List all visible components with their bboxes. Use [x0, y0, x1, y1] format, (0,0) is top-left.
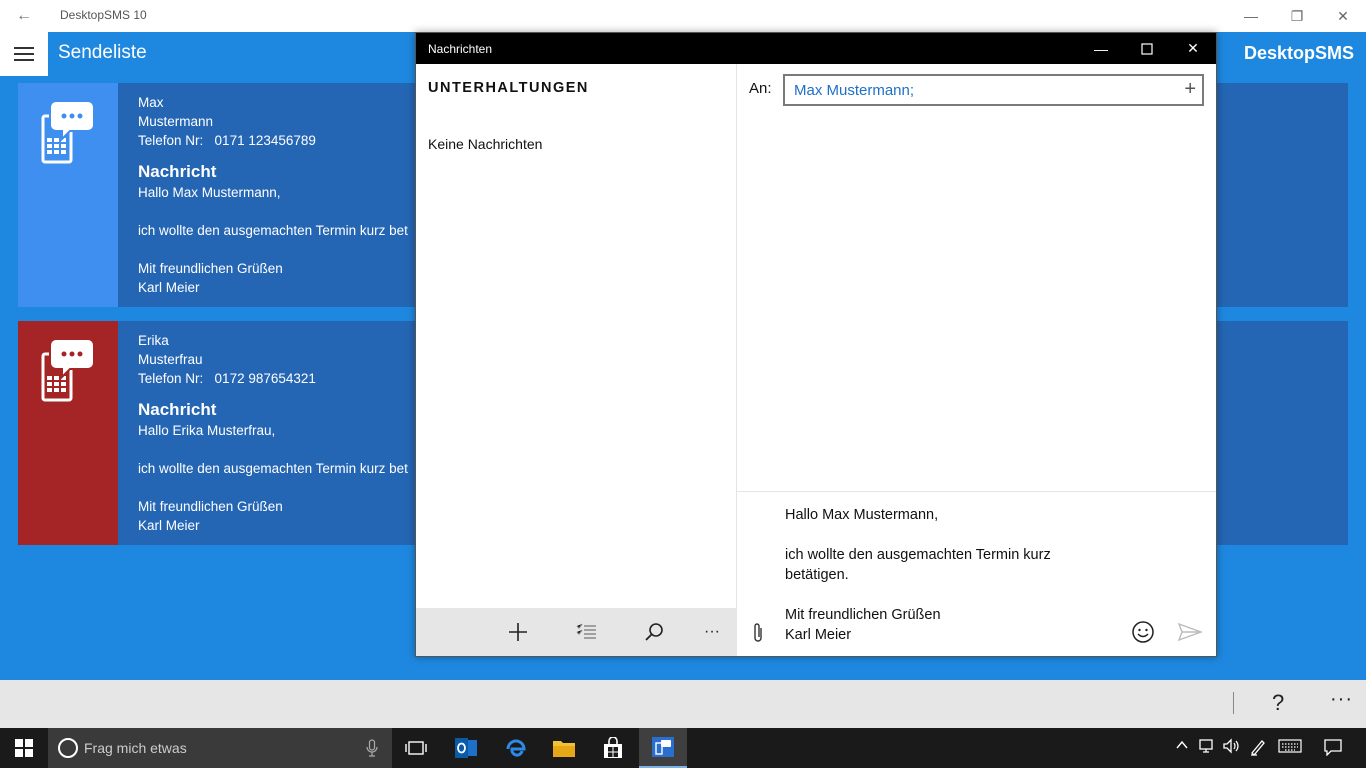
first-name: Max — [138, 95, 164, 110]
show-hidden-icons-chevron-icon[interactable] — [1175, 738, 1189, 755]
card-body: Max Mustermann Telefon Nr: 0171 12345678… — [138, 93, 428, 297]
appbar-more-button[interactable]: ··· — [1330, 688, 1353, 711]
messages-minimize-button[interactable]: — — [1078, 33, 1124, 64]
card-body: Erika Musterfrau Telefon Nr: 0172 987654… — [138, 331, 428, 535]
page-title: Sendeliste — [58, 42, 147, 63]
close-button[interactable]: ✕ — [1320, 0, 1366, 32]
messages-window: Nachrichten — ✕ UNTERHALTUNGEN Keine Nac… — [415, 32, 1217, 657]
pen-ink-icon[interactable] — [1249, 738, 1267, 759]
compose-line: Mit freundlichen Grüßen — [785, 607, 941, 623]
action-center-icon[interactable] — [1323, 738, 1343, 759]
task-view-icon[interactable] — [392, 728, 440, 768]
conversation-pane: An: Max Mustermann; + Hallo Max Musterma… — [737, 64, 1216, 656]
phone-number: 0172 987654321 — [214, 371, 316, 386]
bottom-app-bar: ? ··· — [0, 680, 1366, 728]
message-signature: Karl Meier — [138, 518, 200, 533]
compose-divider — [737, 491, 1216, 492]
phone-label: Telefon Nr: — [138, 133, 204, 148]
messages-title-bar: Nachrichten — ✕ — [416, 33, 1216, 64]
first-name: Erika — [138, 333, 169, 348]
compose-line: ich wollte den ausgemachten Termin kurz — [785, 547, 1051, 563]
cortana-icon — [58, 738, 78, 758]
empty-conversations-text: Keine Nachrichten — [428, 136, 543, 152]
select-list-icon[interactable] — [571, 618, 601, 646]
last-name: Mustermann — [138, 114, 214, 129]
message-heading: Nachricht — [138, 400, 217, 419]
windows-start-icon[interactable] — [0, 728, 48, 768]
send-icon[interactable] — [1177, 620, 1204, 644]
phone-row: Telefon Nr: 0172 987654321 — [138, 369, 428, 388]
hamburger-menu-icon[interactable] — [0, 32, 48, 76]
message-greeting: Hallo Erika Musterfrau, — [138, 423, 276, 438]
add-recipient-icon[interactable]: + — [1184, 78, 1196, 101]
microphone-icon[interactable] — [366, 739, 378, 757]
help-button[interactable]: ? — [1272, 690, 1284, 716]
search-icon[interactable] — [639, 618, 669, 646]
restore-button[interactable]: ❐ — [1274, 0, 1320, 32]
compose-line: Karl Meier — [785, 627, 852, 643]
recipient-value[interactable]: Max Mustermann; — [794, 82, 914, 99]
messages-window-title: Nachrichten — [428, 42, 493, 56]
taskbar: Frag mich etwas — [0, 728, 1366, 768]
brand-title: DesktopSMS — [1243, 43, 1354, 63]
compose-line: betätigen. — [785, 567, 849, 583]
conversations-header: UNTERHALTUNGEN — [428, 80, 589, 96]
messages-maximize-button[interactable] — [1124, 33, 1170, 64]
message-body: ich wollte den ausgemachten Termin kurz … — [138, 461, 408, 476]
volume-icon[interactable] — [1222, 738, 1240, 757]
sms-phone-icon — [18, 83, 118, 307]
title-bar: ← DesktopSMS 10 — ❐ ✕ — [0, 0, 1366, 32]
store-icon[interactable] — [589, 728, 637, 768]
message-signature: Karl Meier — [138, 280, 200, 295]
conversations-toolbar: ··· — [416, 608, 737, 656]
search-placeholder: Frag mich etwas — [84, 740, 187, 756]
message-closing: Mit freundlichen Grüßen — [138, 261, 283, 276]
back-arrow-icon[interactable]: ← — [10, 6, 38, 26]
app-title: DesktopSMS 10 — [60, 8, 147, 22]
phone-row: Telefon Nr: 0171 123456789 — [138, 131, 428, 150]
compose-textbox[interactable]: Hallo Max Mustermann, ich wollte den aus… — [785, 505, 1085, 645]
desktopsms-taskbar-icon[interactable] — [639, 728, 687, 768]
add-icon[interactable] — [503, 618, 533, 646]
message-body: ich wollte den ausgemachten Termin kurz … — [138, 223, 408, 238]
appbar-separator — [1233, 692, 1234, 714]
more-icon[interactable]: ··· — [697, 618, 727, 646]
phone-number: 0171 123456789 — [214, 133, 316, 148]
minimize-button[interactable]: — — [1228, 0, 1274, 32]
conversations-pane: UNTERHALTUNGEN Keine Nachrichten ··· — [416, 64, 737, 656]
network-icon[interactable] — [1198, 738, 1216, 757]
compose-line: Hallo Max Mustermann, — [785, 507, 939, 523]
to-label: An: — [749, 80, 772, 97]
touch-keyboard-icon[interactable] — [1278, 738, 1302, 757]
attachment-icon[interactable] — [751, 622, 765, 650]
outlook-icon[interactable] — [442, 728, 490, 768]
phone-label: Telefon Nr: — [138, 371, 204, 386]
cortana-search-box[interactable]: Frag mich etwas — [48, 728, 392, 768]
file-explorer-icon[interactable] — [540, 728, 588, 768]
message-greeting: Hallo Max Mustermann, — [138, 185, 281, 200]
recipient-field[interactable]: Max Mustermann; + — [783, 74, 1204, 106]
message-closing: Mit freundlichen Grüßen — [138, 499, 283, 514]
message-heading: Nachricht — [138, 162, 217, 181]
last-name: Musterfrau — [138, 352, 203, 367]
sms-phone-icon — [18, 321, 118, 545]
edge-browser-icon[interactable] — [492, 728, 540, 768]
emoji-icon[interactable] — [1131, 620, 1155, 644]
messages-close-button[interactable]: ✕ — [1170, 33, 1216, 64]
